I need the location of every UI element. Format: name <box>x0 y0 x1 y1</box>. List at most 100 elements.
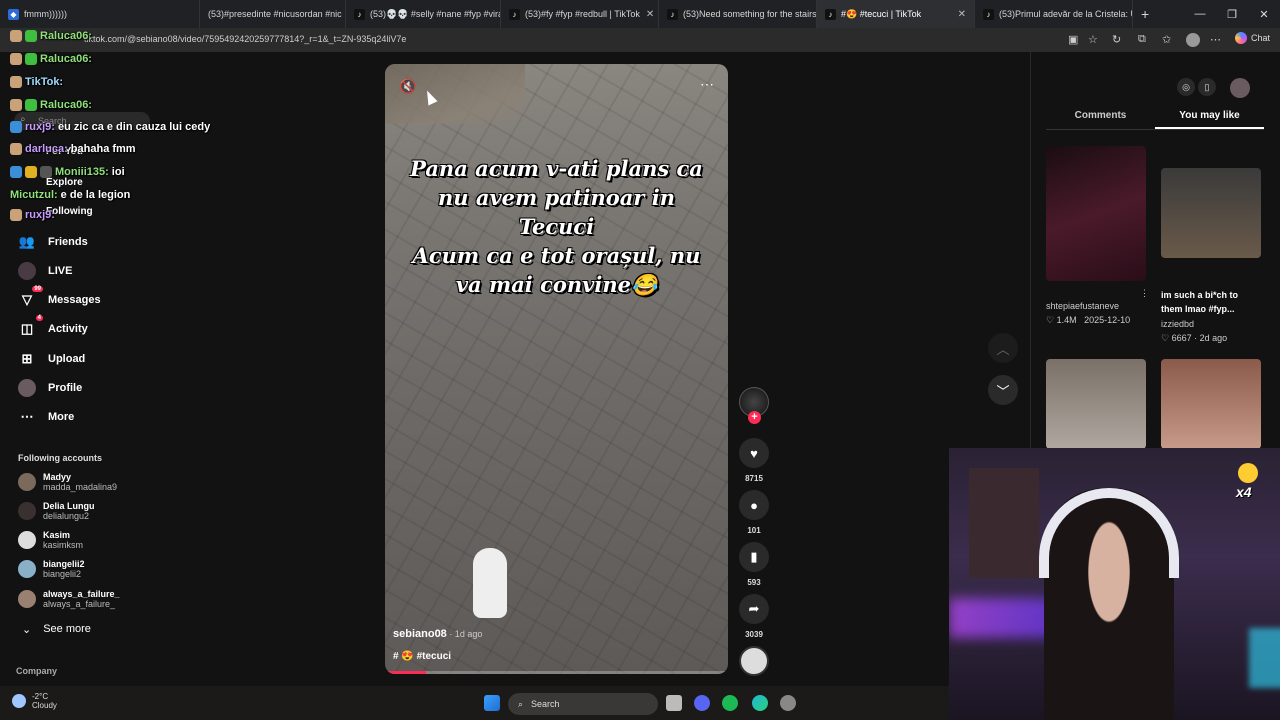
discord-icon[interactable] <box>694 695 710 711</box>
headphones <box>1039 488 1179 578</box>
browser-tab-active[interactable]: ♪ #😍 #tecuci | TikTok ✕ <box>817 0 975 28</box>
spotify-icon[interactable] <box>722 695 738 711</box>
weather-widget[interactable]: -2°C Cloudy <box>12 692 57 710</box>
video-player[interactable]: 🔇 ⋯ Pana acum v-ati plans ca nu avem pat… <box>385 64 728 674</box>
following-account[interactable]: always_a_failure_ always_a_failure_ <box>18 589 120 609</box>
webcam-background-shelf <box>969 468 1039 578</box>
company-link[interactable]: Company <box>16 666 57 676</box>
video-frame-shoe <box>473 548 507 618</box>
save-button[interactable]: ▮ 593 <box>737 542 771 587</box>
nav-profile[interactable]: Profile <box>18 379 82 397</box>
nav-label: Explore <box>46 177 83 188</box>
nav-upload[interactable]: ⊞ Upload <box>18 350 86 368</box>
nav-live[interactable]: LIVE <box>18 262 72 280</box>
nav-explore[interactable]: Explore <box>46 177 83 188</box>
browser-tab[interactable]: ♪ (53)#fy #fyp #redbull | TikTok ✕ <box>501 0 659 28</box>
browser-tab[interactable]: ♪ (53)Need something for the stairs ✕ <box>659 0 817 28</box>
settings-icon[interactable] <box>780 695 796 711</box>
more-options-icon[interactable]: ⋮ <box>1140 288 1149 299</box>
refresh-icon[interactable]: ↻ <box>1112 33 1121 46</box>
close-window-icon[interactable]: ✕ <box>1248 0 1280 28</box>
tiktok-icon: ♪ <box>509 8 520 20</box>
favorites-icon[interactable]: ✩ <box>1162 33 1171 46</box>
user-avatar[interactable] <box>1230 78 1250 98</box>
video-age: · 1d ago <box>446 629 483 639</box>
profile-avatar-icon[interactable] <box>1186 33 1200 47</box>
browser-tab[interactable]: ♪ (53)Primul adevăr de la Cristela: U ✕ <box>975 0 1133 28</box>
likes-count: 6667 <box>1171 333 1192 343</box>
tab-favicon-icon: ◆ <box>8 8 19 20</box>
sound-icon[interactable]: ◎ <box>1177 78 1195 96</box>
thumbnail-user[interactable]: shtepiaefustaneve <box>1046 301 1119 311</box>
badge-icon <box>25 53 37 65</box>
emoji-icon <box>1238 463 1258 483</box>
following-account[interactable]: Madyy madda_madalina9 <box>18 472 117 492</box>
video-hashtags[interactable]: # 😍 #tecuci <box>393 651 451 662</box>
maximize-icon[interactable]: ❐ <box>1216 0 1248 28</box>
new-tab-button[interactable]: + <box>1133 0 1163 28</box>
chat-text: ioi <box>111 166 125 178</box>
like-button[interactable]: ♥ 8715 <box>737 438 771 483</box>
next-video-button[interactable]: ﹀ <box>988 375 1018 405</box>
more-options-icon[interactable]: ⋯ <box>700 76 714 93</box>
device-icon[interactable]: ▯ <box>1198 78 1216 96</box>
video-thumbnail[interactable] <box>1046 359 1146 449</box>
streamer-webcam <box>949 448 1280 720</box>
nav-label: More <box>48 411 75 423</box>
browser-tab[interactable]: ♪ (53)💀💀 #selly #nane #fyp #vira ✕ <box>346 0 501 28</box>
nav-more[interactable]: ⋯ More <box>18 408 75 426</box>
chat-user: Raluca06: <box>40 99 92 111</box>
video-thumbnail[interactable] <box>1161 168 1261 258</box>
nav-friends[interactable]: 👥 Friends <box>18 233 88 251</box>
split-view-icon[interactable]: ▣ <box>1068 33 1078 46</box>
extensions-icon[interactable]: ⧉ <box>1138 33 1146 46</box>
video-thumbnail[interactable] <box>1161 359 1261 449</box>
taskbar-search[interactable]: ⌕ Search <box>508 693 658 715</box>
chat-user: Raluca06: <box>40 30 92 42</box>
windows-start-icon[interactable] <box>484 695 500 711</box>
mute-icon[interactable]: 🔇 <box>399 78 416 95</box>
account-handle: always_a_failure_ <box>43 599 116 609</box>
nav-messages[interactable]: ▽ 99 Messages <box>18 286 101 309</box>
see-more-button[interactable]: ⌄ See more <box>22 623 91 636</box>
minimize-icon[interactable]: — <box>1184 0 1216 28</box>
account-handle: delialungu2 <box>43 511 90 521</box>
favorite-star-icon[interactable]: ☆ <box>1088 33 1098 46</box>
video-author[interactable]: sebiano08 · 1d ago <box>393 628 482 640</box>
post-date: 2d ago <box>1199 333 1228 343</box>
heart-icon: ♡ <box>1046 315 1057 325</box>
account-name: Madyy <box>43 472 72 482</box>
menu-dots-icon[interactable]: ⋯ <box>1210 33 1221 46</box>
thumbnail-user[interactable]: izziedbd <box>1161 319 1194 329</box>
likes-count: 1.4M <box>1056 315 1077 325</box>
copilot-chat-button[interactable]: Chat <box>1234 32 1270 44</box>
following-account[interactable]: Delia Lungu delialungu2 <box>18 501 95 521</box>
url-field[interactable]: tiktok.com/@sebiano08/video/759549242025… <box>84 34 406 44</box>
account-name: Delia Lungu <box>43 501 95 511</box>
chevron-down-icon: ﹀ <box>996 383 1010 399</box>
chat-user: ruxj9: <box>25 121 55 133</box>
video-progress-bar[interactable] <box>385 671 728 674</box>
file-explorer-icon[interactable] <box>666 695 682 711</box>
close-icon[interactable]: ✕ <box>640 9 654 20</box>
browser-tab-bar: ◆ fmmm)))))) (53)#presedinte #nicusordan… <box>0 0 1280 28</box>
right-panel-tabs: Comments You may like <box>1046 108 1264 130</box>
follow-plus-button[interactable]: + <box>748 411 761 424</box>
tab-comments[interactable]: Comments <box>1046 108 1155 129</box>
close-icon[interactable]: ✕ <box>952 9 966 20</box>
share-button[interactable]: ➦ 3039 <box>737 594 771 639</box>
following-account[interactable]: Kasim kasimksm <box>18 530 83 550</box>
nav-label: Activity <box>48 323 88 335</box>
nav-activity[interactable]: ◫ 4 Activity <box>18 315 88 338</box>
comment-button[interactable]: ● 101 <box>737 490 771 535</box>
video-thumbnail[interactable] <box>1046 146 1146 281</box>
badge-icon <box>25 30 37 42</box>
tab-you-may-like[interactable]: You may like <box>1155 108 1264 129</box>
browser-tab[interactable]: ◆ fmmm)))))) <box>0 0 200 28</box>
previous-video-button[interactable]: ︿ <box>988 333 1018 363</box>
following-account[interactable]: biangelii2 biangelii2 <box>18 559 85 579</box>
music-disc-icon[interactable] <box>739 646 769 676</box>
message-icon: ▽ 99 <box>22 286 43 307</box>
edge-icon[interactable] <box>752 695 768 711</box>
browser-tab[interactable]: (53)#presedinte #nicusordan #nic ✕ <box>200 0 346 28</box>
